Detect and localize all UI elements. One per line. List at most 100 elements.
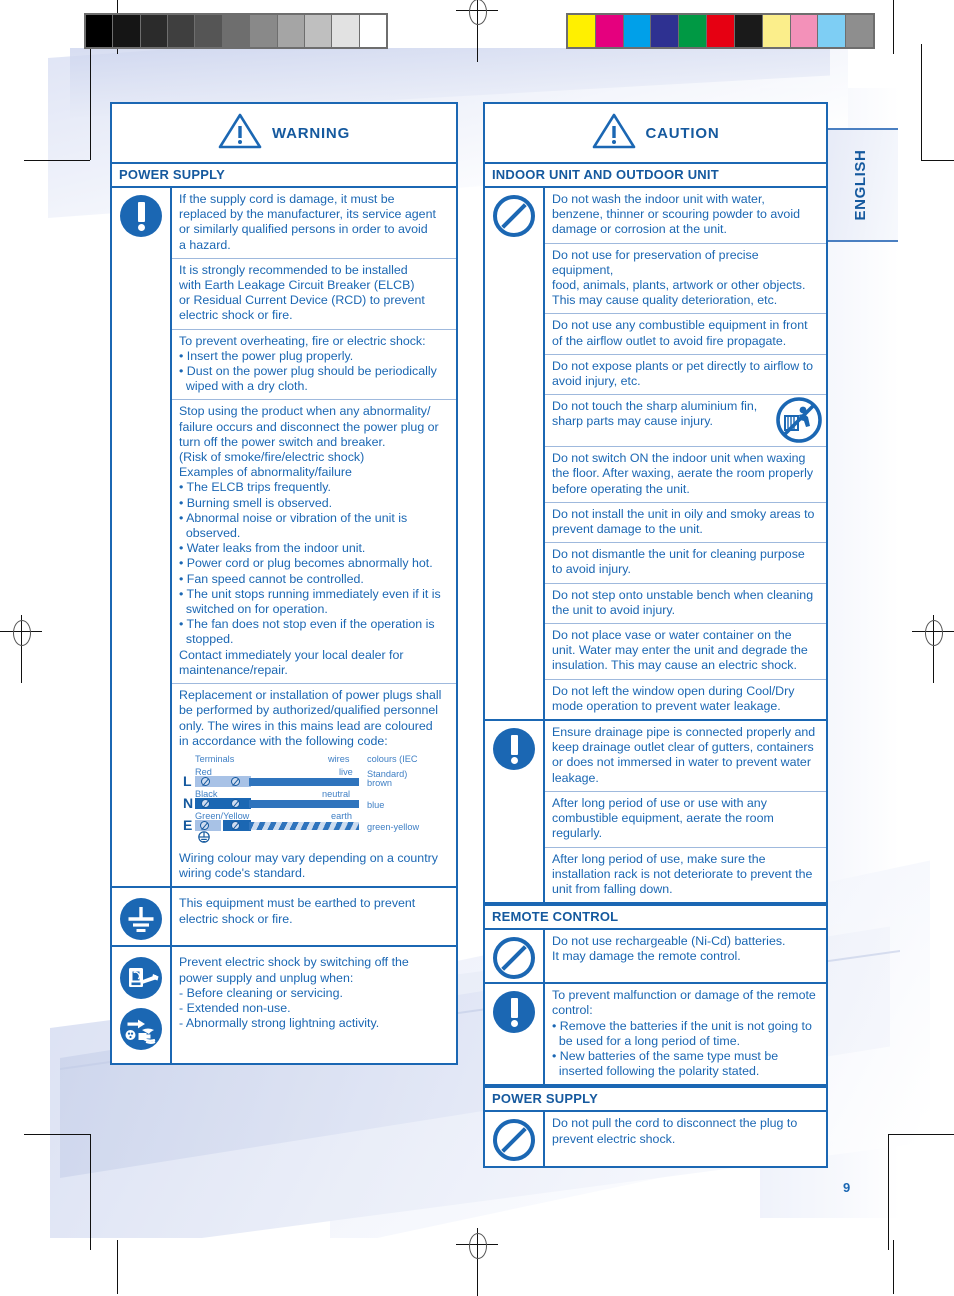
row-line: prevent damage to the unit. [552,522,703,537]
warning-row: This equipment must be earthed to preven… [172,888,456,942]
earth-symbol-icon [197,831,211,845]
calibration-swatch [249,15,277,47]
row-line: prevent electric shock. [552,1131,676,1146]
prohibition-icon [493,1119,535,1162]
icon-cell [485,188,545,720]
row-line: with Earth Leakage Circuit Breaker (ELCB… [179,278,415,293]
row-line: Do not place vase or water container on … [552,628,792,643]
icon-cell [485,930,545,983]
warning-triangle-icon [218,112,262,155]
row-line: stopped. [179,632,234,647]
calibration-swatch [678,15,707,47]
caution-row: Do not step onto unstable bench when cle… [545,584,826,625]
calibration-swatch [817,15,846,47]
caution-row: Ensure drainage pipe is connected proper… [545,721,826,792]
screw-icon [201,776,210,786]
caution-header: CAUTION [485,104,826,164]
icon-cell [485,984,545,1085]
prohibition-icon [493,195,535,237]
row-line: wiring code's standard. [179,866,306,881]
crop-mark-top-right-edge [893,0,894,54]
crop-mark-bottom-left-v [90,1134,91,1250]
caution-row: Do not use for preservation of precise e… [545,244,826,315]
row-line: in accordance with the following code: [179,733,388,748]
warning-group-earth: This equipment must be earthed to preven… [112,888,456,948]
row-line: to avoid injury. [552,562,631,577]
caution-row: Do not expose plants or pet directly to … [545,355,826,396]
row-line: Do not step onto unstable bench when cle… [552,587,814,602]
row-line: electric shock or fire. [179,308,293,323]
caution-row: Do not switch ON the indoor unit when wa… [545,447,826,503]
row-line: • The fan does not stop even if the oper… [179,617,435,632]
calibration-swatch [622,15,651,47]
row-line: • The ELCB trips frequently. [179,480,331,495]
row-line: Do not use rechargeable (Ni-Cd) batterie… [552,934,786,949]
row-line: • Remove the batteries if the unit is no… [552,1018,812,1033]
row-line: Do not install the unit in oily and smok… [552,506,815,521]
mandatory-exclamation-icon [493,991,535,1034]
crop-mark-bottom-left-edge [117,1240,118,1294]
row-line: the floor. After waxing, aerate the room… [552,466,814,481]
row-line: After long period of use, make sure the [552,851,766,866]
language-tab: ENGLISH [822,128,898,242]
crop-mark-top-left-h [24,160,90,161]
row-line: • Burning smell is observed. [179,495,333,510]
caution-group-mandatory: Ensure drainage pipe is connected proper… [485,721,826,905]
language-tab-label: ENGLISH [851,149,869,221]
row-line: regularly. [552,826,603,841]
wiring-terminal-block [195,797,251,809]
row-line: wiped with a dry cloth. [179,379,308,394]
row-line: or does not immersed in water to prevent… [552,755,811,770]
row-line: To prevent overheating, fire or electric… [179,333,426,348]
row-line: • The unit stops running immediately eve… [179,586,441,601]
crop-mark-bottom-left-h [24,1134,90,1135]
row-line: food, animals, plants, artwork or other … [552,278,806,293]
prohibition-icon [493,937,535,980]
wire-neutral [249,799,359,808]
row-line: • Water leaks from the indoor unit. [179,541,366,556]
icon-cell [485,1112,545,1167]
calibration-swatch [358,15,386,47]
warning-table: WARNING POWER SUPPLY If the supply cord … [110,102,458,1066]
row-line: - Abnormally strong lightning activity. [179,1016,380,1031]
row-line: maintenance/repair. [179,662,288,677]
calibration-swatch [789,15,818,47]
row-line: • Fan speed cannot be controlled. [179,571,364,586]
caution-row: Do not dismantle the unit for cleaning p… [545,543,826,584]
wiring-terminal-block [195,819,221,831]
icon-cell [112,947,172,1064]
row-line: insulation. This may cause an electric s… [552,658,797,673]
row-line: This may cause quality deterioration, et… [552,293,778,308]
calibration-swatch [761,15,790,47]
caution-label: CAUTION [645,124,720,142]
warning-row-wiring: Replacement or installation of power plu… [172,684,456,886]
calibration-swatch [568,15,595,47]
row-line: unit from falling down. [552,881,673,896]
section-title-remote-control: REMOTE CONTROL [485,904,826,931]
row-line: turn off the power switch and breaker. [179,434,386,449]
row-line: be performed by authorized/qualified per… [179,703,438,718]
crop-mark-bottom-right-v [888,1134,889,1250]
row-line: of the airflow outlet to avoid fire prop… [552,333,787,348]
row-line: or similarly qualified persons in order … [179,222,428,237]
icon-cell [485,721,545,903]
row-line: Stop using the product when any abnormal… [179,404,431,419]
row-line: damage or corrosion at the unit. [552,222,727,237]
earth-ground-icon [120,898,162,945]
warning-header: WARNING [112,104,456,164]
row-line: a hazard. [179,237,231,252]
row-line: Do not dismantle the unit for cleaning p… [552,547,805,562]
row-line: Do not use for preservation of precise e… [552,247,759,277]
row-line: Do not pull the cord to disconnect the p… [552,1116,798,1131]
row-line: the unit to avoid injury. [552,602,676,617]
row-line: • Abnormal noise or vibration of the uni… [179,510,408,525]
row-line: - Before cleaning or servicing. [179,985,343,1000]
caution-row: To prevent malfunction or damage of the … [545,984,826,1084]
row-line: observed. [179,526,241,541]
calibration-swatch [650,15,679,47]
screw-icon [201,798,210,808]
row-line: only. The wires in this mains lead are c… [179,718,433,733]
row-line: leakage. [552,770,599,785]
no-touch-sharp-fin-icon [776,397,822,444]
power-supply-group-prohibition: Do not pull the cord to disconnect the p… [485,1112,826,1167]
